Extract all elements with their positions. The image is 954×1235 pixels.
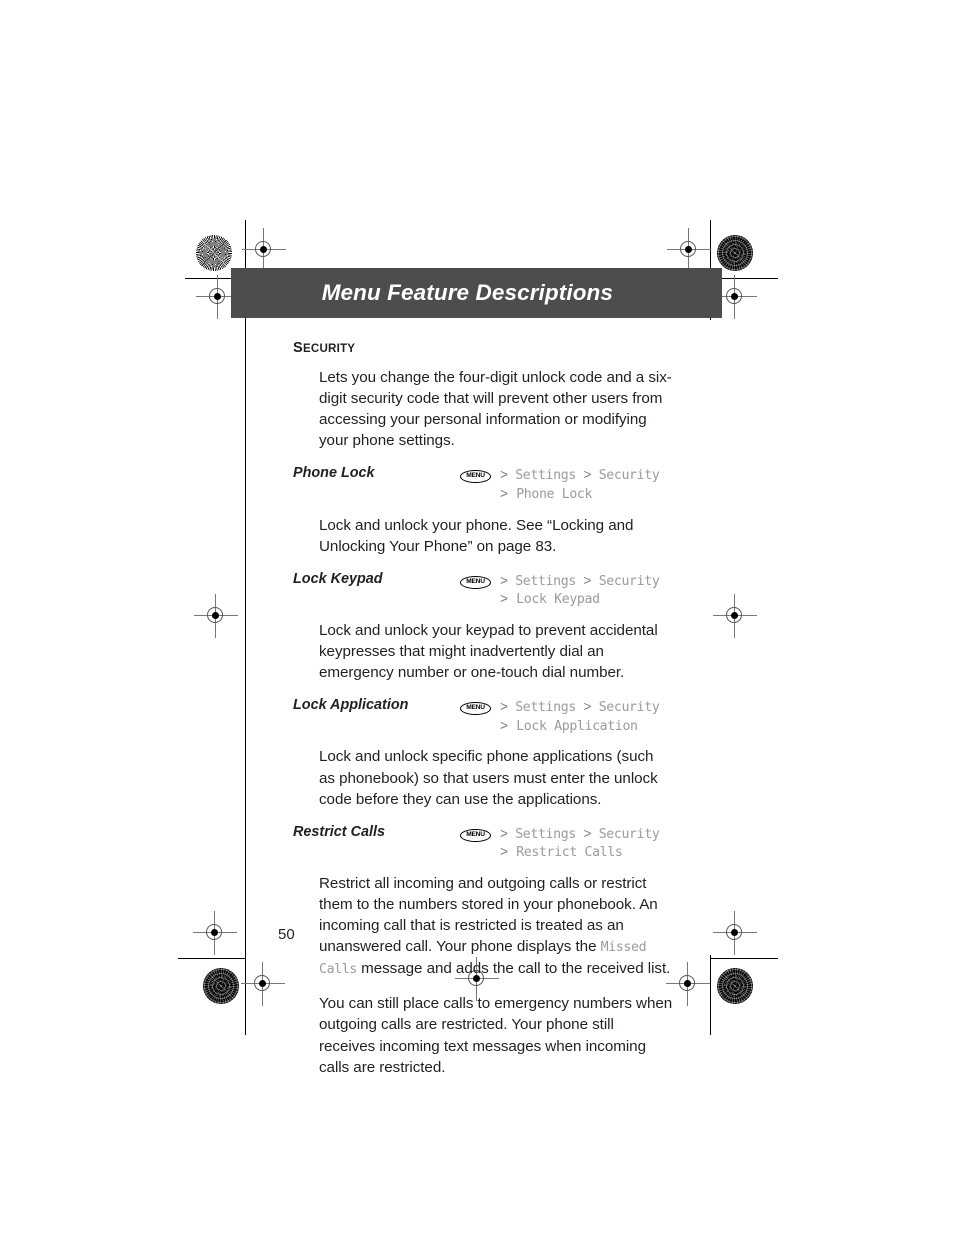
path-separator: > — [500, 717, 508, 733]
menu-path-line-2: > Lock Application — [500, 717, 673, 736]
registration-mark-top-left — [242, 228, 286, 272]
feature-description-phone-lock-block: Lock and unlock your phone. See “Locking… — [293, 515, 673, 557]
feature-description-restrict-calls-extra: You can still place calls to emergency n… — [319, 995, 673, 1076]
menu-path-line-1: MENU > Settings > Security — [460, 825, 673, 844]
section-heading-security: SECURITY — [293, 340, 673, 356]
feature-entry-phone-lock: Phone Lock MENU > Settings > Security > P… — [293, 465, 673, 503]
path-separator: > — [500, 591, 508, 607]
menu-path-line-1: MENU > Settings > Security — [460, 466, 673, 485]
menu-path-line-2: > Restrict Calls — [500, 843, 673, 862]
path-separator: > — [583, 699, 592, 715]
color-rosette-bottom-left — [203, 968, 239, 1004]
feature-term-phone-lock: Phone Lock — [293, 465, 375, 482]
path-segment-settings: Settings — [515, 573, 576, 589]
page-number: 50 — [278, 926, 295, 943]
feature-entry-restrict-calls: Restrict Calls MENU > Settings > Security… — [293, 824, 673, 862]
trim-line-bottom-left — [178, 958, 245, 959]
section-heading-rest: ECURITY — [302, 342, 356, 355]
feature-term-lock-keypad: Lock Keypad — [293, 570, 383, 587]
path-segment-security: Security — [598, 573, 660, 589]
page-content: SECURITY Lets you change the four-digit … — [293, 340, 673, 1092]
registration-mark-top-right — [667, 228, 711, 272]
path-separator: > — [583, 467, 592, 483]
path-separator: > — [500, 699, 508, 715]
registration-mark-lower-left — [193, 911, 237, 955]
feature-term-restrict-calls: Restrict Calls — [293, 823, 385, 840]
feature-entry-lock-application: Lock Application MENU > Settings > Securi… — [293, 697, 673, 735]
path-segment-security: Security — [598, 700, 660, 716]
path-segment-leaf: Lock Keypad — [516, 592, 600, 608]
trim-line-bottom-right — [710, 958, 778, 959]
manual-page: Menu Feature Descriptions SECURITY Lets … — [0, 0, 954, 1235]
path-separator: > — [500, 825, 508, 841]
path-segment-leaf: Restrict Calls — [516, 845, 623, 861]
path-segment-security: Security — [598, 468, 660, 484]
path-separator: > — [500, 467, 508, 483]
path-segment-settings: Settings — [515, 700, 576, 716]
feature-description-restrict-calls: Restrict all incoming and outgoing calls… — [319, 873, 673, 980]
path-separator: > — [583, 825, 592, 841]
color-rosette-top-right — [717, 235, 753, 271]
path-segment-settings: Settings — [515, 826, 576, 842]
menu-path-line-1: MENU > Settings > Security — [460, 698, 673, 717]
menu-key-icon: MENU — [460, 828, 491, 842]
registration-mark-middle-left — [194, 594, 238, 638]
feature-path-restrict-calls: MENU > Settings > Security > Restrict Cal… — [460, 824, 673, 862]
feature-path-lock-keypad: MENU > Settings > Security > Lock Keypad — [460, 571, 673, 609]
color-rosette-bottom-right — [717, 968, 753, 1004]
path-separator: > — [500, 485, 508, 501]
feature-path-lock-application: MENU > Settings > Security > Lock Applica… — [460, 697, 673, 735]
trim-line-right-lower — [710, 955, 711, 1035]
feature-description-phone-lock: Lock and unlock your phone. See “Locking… — [319, 516, 634, 555]
registration-mark-bottom-left — [241, 962, 285, 1006]
menu-key-icon: MENU — [460, 470, 491, 484]
path-separator: > — [500, 572, 508, 588]
menu-path-line-2: > Phone Lock — [500, 485, 673, 504]
feature-term-lock-application: Lock Application — [293, 697, 409, 714]
path-separator: > — [500, 844, 508, 860]
description-part-2: message and adds the call to the receive… — [356, 960, 671, 978]
path-segment-security: Security — [598, 826, 660, 842]
feature-description-lock-keypad: Lock and unlock your keypad to prevent a… — [319, 621, 658, 682]
menu-path-line-2: > Lock Keypad — [500, 590, 673, 609]
feature-description-restrict-calls-block: Restrict all incoming and outgoing calls… — [293, 873, 673, 1078]
path-separator: > — [583, 572, 592, 588]
section-intro-block: Lets you change the four-digit unlock co… — [293, 367, 673, 451]
page-header-band: Menu Feature Descriptions — [231, 268, 722, 318]
trim-line-left — [245, 220, 246, 1035]
path-segment-settings: Settings — [515, 468, 576, 484]
registration-mark-middle-right — [713, 594, 757, 638]
menu-path-line-1: MENU > Settings > Security — [460, 572, 673, 591]
feature-path-phone-lock: MENU > Settings > Security > Phone Lock — [460, 465, 673, 503]
section-heading-initial: S — [293, 340, 303, 356]
menu-key-icon: MENU — [460, 575, 491, 589]
registration-mark-lower-right — [713, 911, 757, 955]
feature-description-lock-application: Lock and unlock specific phone applicati… — [319, 748, 658, 808]
path-segment-leaf: Lock Application — [516, 718, 638, 734]
feature-description-lock-keypad-block: Lock and unlock your keypad to prevent a… — [293, 620, 673, 683]
menu-key-icon: MENU — [460, 702, 491, 716]
path-segment-leaf: Phone Lock — [516, 486, 593, 502]
page-title: Menu Feature Descriptions — [321, 280, 613, 305]
color-rosette-top-left — [196, 235, 232, 271]
feature-entry-lock-keypad: Lock Keypad MENU > Settings > Security > … — [293, 571, 673, 609]
feature-description-lock-application-block: Lock and unlock specific phone applicati… — [293, 746, 673, 809]
section-intro-text: Lets you change the four-digit unlock co… — [319, 369, 672, 450]
